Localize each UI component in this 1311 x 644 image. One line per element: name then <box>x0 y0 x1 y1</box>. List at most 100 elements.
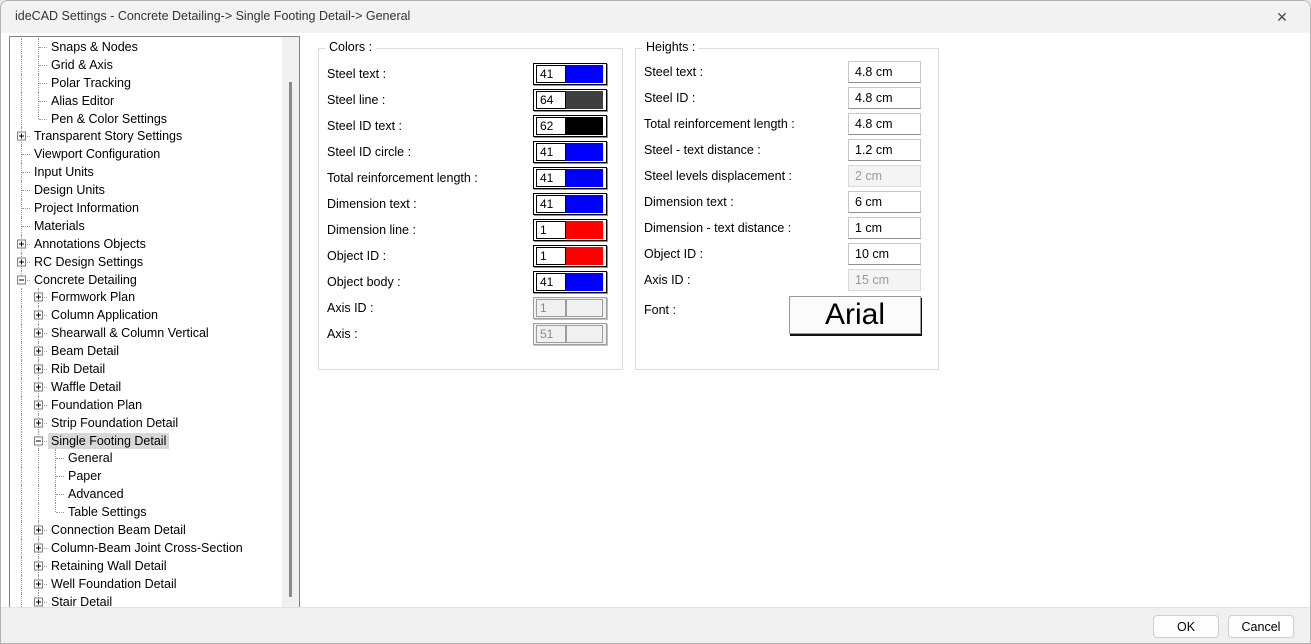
tree-item-label[interactable]: Grid & Axis <box>48 57 116 73</box>
color-picker-control[interactable] <box>533 115 607 137</box>
tree-item-label[interactable]: Concrete Detailing <box>31 272 140 288</box>
cancel-button[interactable]: Cancel <box>1228 615 1294 638</box>
color-picker-control[interactable] <box>533 63 607 85</box>
tree-item-label[interactable]: Well Foundation Detail <box>48 576 180 592</box>
tree-connector <box>30 38 47 56</box>
tree-item-label[interactable]: Input Units <box>31 164 97 180</box>
tree-item-label[interactable]: Viewport Configuration <box>31 146 163 162</box>
tree-branch-line <box>56 476 64 477</box>
ok-button[interactable]: OK <box>1153 615 1219 638</box>
expand-plus-icon[interactable] <box>34 382 43 391</box>
expand-plus-icon[interactable] <box>34 347 43 356</box>
color-swatch[interactable] <box>566 65 603 83</box>
tree-item-label[interactable]: Alias Editor <box>48 93 117 109</box>
color-number-input[interactable] <box>536 221 566 239</box>
color-picker-control[interactable] <box>533 219 607 241</box>
color-swatch[interactable] <box>566 273 603 291</box>
color-picker-control[interactable] <box>533 167 607 189</box>
tree-item: Column Application <box>10 306 282 324</box>
tree-item-label[interactable]: Design Units <box>31 182 108 198</box>
expand-plus-icon[interactable] <box>34 543 43 552</box>
tree-item-label[interactable]: Polar Tracking <box>48 75 134 91</box>
color-number-input[interactable] <box>536 195 566 213</box>
color-swatch[interactable] <box>566 117 603 135</box>
height-value-input[interactable] <box>848 139 921 161</box>
tree-item-label[interactable]: Connection Beam Detail <box>48 522 189 538</box>
color-swatch[interactable] <box>566 221 603 239</box>
height-value-input[interactable] <box>848 87 921 109</box>
tree-branch-line <box>39 47 47 48</box>
expand-plus-icon[interactable] <box>34 364 43 373</box>
color-number-input[interactable] <box>536 65 566 83</box>
expand-plus-icon[interactable] <box>17 239 26 248</box>
tree-item-label[interactable]: Pen & Color Settings <box>48 111 170 127</box>
height-setting-label: Total reinforcement length : <box>636 117 848 131</box>
collapse-minus-icon[interactable] <box>34 436 43 445</box>
tree-item-label[interactable]: General <box>65 450 115 466</box>
color-swatch[interactable] <box>566 195 603 213</box>
tree-scrollbar-track[interactable] <box>282 37 299 608</box>
expand-plus-icon[interactable] <box>34 400 43 409</box>
expand-plus-icon[interactable] <box>34 579 43 588</box>
height-value-input[interactable] <box>848 61 921 83</box>
color-picker-control[interactable] <box>533 245 607 267</box>
expand-plus-icon[interactable] <box>34 597 43 606</box>
tree-item-label[interactable]: Annotations Objects <box>31 236 149 252</box>
tree-guide-line <box>21 38 22 56</box>
tree-item-label[interactable]: Project Information <box>31 200 142 216</box>
tree-item-label[interactable]: Materials <box>31 218 88 234</box>
close-icon[interactable]: ✕ <box>1264 3 1300 31</box>
color-number-input[interactable] <box>536 273 566 291</box>
height-value-input[interactable] <box>848 191 921 213</box>
tree-scrollbar-thumb[interactable] <box>289 82 292 597</box>
color-picker-control[interactable] <box>533 193 607 215</box>
tree-item: Beam Detail <box>10 342 282 360</box>
tree-guide <box>30 485 47 503</box>
tree-item-label[interactable]: Table Settings <box>65 504 150 520</box>
expand-plus-icon[interactable] <box>17 132 26 141</box>
tree-connector <box>13 199 30 217</box>
color-number-input[interactable] <box>536 247 566 265</box>
expand-plus-icon[interactable] <box>17 257 26 266</box>
height-value-input[interactable] <box>848 217 921 239</box>
tree-guide <box>13 503 30 521</box>
tree-item-label[interactable]: Transparent Story Settings <box>31 128 185 144</box>
collapse-minus-icon[interactable] <box>17 275 26 284</box>
color-swatch[interactable] <box>566 143 603 161</box>
color-number-input[interactable] <box>536 91 566 109</box>
color-number-input[interactable] <box>536 169 566 187</box>
tree-item-label[interactable]: Formwork Plan <box>48 289 138 305</box>
tree-item-label[interactable]: Waffle Detail <box>48 379 124 395</box>
expand-plus-icon[interactable] <box>34 311 43 320</box>
color-swatch[interactable] <box>566 91 603 109</box>
tree-item-label[interactable]: Retaining Wall Detail <box>48 558 170 574</box>
tree-item-label[interactable]: Strip Foundation Detail <box>48 415 181 431</box>
color-number-input[interactable] <box>536 117 566 135</box>
color-number-input[interactable] <box>536 143 566 161</box>
tree-item-label[interactable]: Paper <box>65 468 104 484</box>
tree-item-label[interactable]: Snaps & Nodes <box>48 39 141 55</box>
expand-plus-icon[interactable] <box>34 418 43 427</box>
tree-item-label[interactable]: Column-Beam Joint Cross-Section <box>48 540 246 556</box>
tree-item-label[interactable]: Single Footing Detail <box>48 433 169 449</box>
expand-plus-icon[interactable] <box>34 293 43 302</box>
tree-item-label[interactable]: Beam Detail <box>48 343 122 359</box>
tree-item-label[interactable]: RC Design Settings <box>31 254 146 270</box>
tree-connector <box>30 575 47 593</box>
tree-item-label[interactable]: Rib Detail <box>48 361 108 377</box>
height-value-input[interactable] <box>848 113 921 135</box>
tree-item-label[interactable]: Advanced <box>65 486 127 502</box>
color-picker-control[interactable] <box>533 141 607 163</box>
color-swatch[interactable] <box>566 169 603 187</box>
tree-item-label[interactable]: Shearwall & Column Vertical <box>48 325 212 341</box>
expand-plus-icon[interactable] <box>34 561 43 570</box>
color-picker-control[interactable] <box>533 271 607 293</box>
color-swatch[interactable] <box>566 247 603 265</box>
expand-plus-icon[interactable] <box>34 329 43 338</box>
font-button[interactable]: Arial <box>789 296 921 334</box>
tree-item-label[interactable]: Foundation Plan <box>48 397 145 413</box>
color-picker-control[interactable] <box>533 89 607 111</box>
tree-item-label[interactable]: Column Application <box>48 307 161 323</box>
height-value-input[interactable] <box>848 243 921 265</box>
expand-plus-icon[interactable] <box>34 525 43 534</box>
